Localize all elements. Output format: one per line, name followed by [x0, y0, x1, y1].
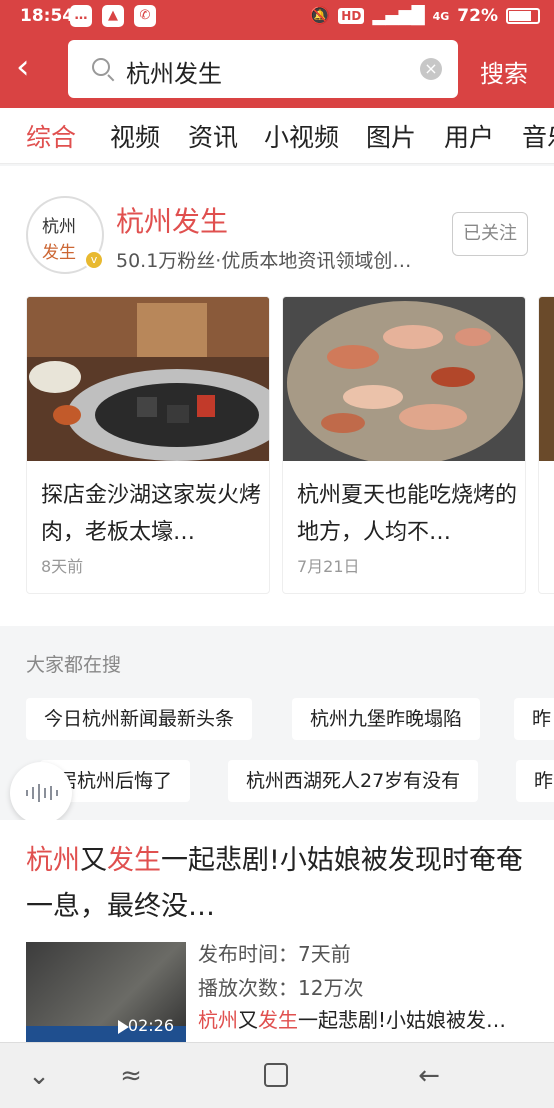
tab-users[interactable]: 用户 — [444, 118, 494, 154]
message-icon: … — [70, 5, 92, 27]
clear-icon[interactable]: × — [420, 58, 442, 80]
search-query[interactable]: 杭州发生 — [126, 54, 222, 89]
account-name[interactable]: 杭州发生 — [116, 200, 228, 240]
tab-video[interactable]: 视频 — [110, 118, 160, 154]
battery-percent: 72% — [457, 6, 498, 26]
account-card: 杭州 发生 v 杭州发生 50.1万粉丝·优质本地资讯领域创… 已关注 探店金沙… — [0, 166, 554, 626]
tab-music[interactable]: 音乐 — [522, 118, 554, 154]
search-field[interactable]: 杭州发生 × — [68, 40, 458, 98]
post-thumbnail-bbq-grill — [27, 297, 269, 461]
post-thumbnail — [539, 297, 554, 461]
gallery-icon: ▲ — [102, 5, 124, 27]
status-bar: 18:54 … ▲ ✆ 🔕 HD ▂▄▆█ 4G 72% — [0, 0, 554, 34]
recents-icon[interactable]: ≈ — [116, 1061, 146, 1091]
home-icon[interactable] — [264, 1063, 288, 1087]
post-title: 探店金沙湖这家炭火烤肉，老板太壕… — [41, 483, 262, 545]
status-time: 18:54 — [20, 6, 75, 26]
voice-search-button[interactable] — [10, 762, 72, 824]
snippet-keyword: 发生 — [258, 1008, 298, 1032]
back-icon[interactable]: ← — [414, 1061, 444, 1091]
phone-icon: ✆ — [134, 5, 156, 27]
voice-waveform-icon — [26, 784, 58, 802]
post-date: 8天前 — [41, 557, 84, 576]
snippet-text: 又 — [238, 1008, 258, 1032]
snippet-text: 一起悲剧!小姑娘被发… — [298, 1008, 507, 1032]
battery-icon — [506, 8, 540, 24]
play-count: 播放次数：12万次 — [198, 976, 364, 1000]
tab-short-video[interactable]: 小视频 — [264, 118, 339, 154]
network-type: 4G — [432, 9, 450, 23]
trending-chip[interactable]: 杭州九堡昨晚塌陷 — [292, 698, 481, 740]
back-chevron-icon[interactable]: ‹ — [16, 50, 50, 86]
article-snippet: 杭州又发生一起悲剧!小姑娘被发… — [198, 1004, 538, 1033]
article-headline[interactable]: 杭州又发生一起悲剧!小姑娘被发现时奄奄一息，最终没… — [26, 838, 536, 930]
account-meta: 50.1万粉丝·优质本地资讯领域创… — [116, 250, 412, 272]
headline-keyword: 杭州 — [26, 845, 80, 876]
publish-time: 发布时间：7天前 — [198, 942, 351, 966]
signal-icon: ▂▄▆█ — [372, 6, 425, 26]
post-card-partial[interactable] — [538, 296, 554, 594]
mute-bell-icon: 🔕 — [309, 6, 331, 26]
status-right: 🔕 HD ▂▄▆█ 4G 72% — [309, 6, 540, 26]
post-thumbnail-grilled-meat — [283, 297, 525, 465]
post-title: 杭州夏天也能吃烧烤的地方，人均不… — [297, 483, 518, 545]
search-button[interactable]: 搜索 — [480, 54, 528, 89]
post-card[interactable]: 探店金沙湖这家炭火烤肉，老板太壕… 8天前 — [26, 296, 270, 594]
hd-badge: HD — [338, 8, 365, 24]
trending-chip[interactable]: 昨 — [516, 760, 554, 802]
category-tabs: 综合 视频 资讯 小视频 图片 用户 音乐 — [0, 108, 554, 164]
article-result[interactable]: 杭州又发生一起悲剧!小姑娘被发现时奄奄一息，最终没… 02:26 发布时间：7天… — [0, 820, 554, 1042]
headline-keyword: 发生 — [107, 845, 161, 876]
logo-text-top: 杭州 — [42, 217, 76, 237]
video-duration: 02:26 — [127, 1016, 174, 1035]
trending-chip[interactable]: 今日杭州新闻最新头条 — [26, 698, 253, 740]
post-card[interactable]: 杭州夏天也能吃烧烤的地方，人均不… 7月21日 — [282, 296, 526, 594]
following-button[interactable]: 已关注 — [452, 212, 528, 256]
headline-text: 又 — [80, 845, 107, 876]
tab-images[interactable]: 图片 — [366, 118, 416, 154]
post-date: 7月21日 — [297, 557, 360, 576]
search-icon — [92, 58, 110, 76]
logo-text-bottom: 发生 — [42, 243, 76, 263]
video-thumbnail[interactable]: 02:26 — [26, 942, 186, 1042]
tab-news[interactable]: 资讯 — [188, 118, 238, 154]
verified-icon: v — [84, 250, 104, 270]
trending-chip[interactable]: 昨 — [514, 698, 554, 740]
trending-chip[interactable]: 杭州西湖死人27岁有没有 — [228, 760, 479, 802]
system-nav-bar: ⌄ ≈ ← — [0, 1042, 554, 1108]
chevron-down-icon[interactable]: ⌄ — [24, 1061, 54, 1091]
snippet-keyword: 杭州 — [198, 1008, 238, 1032]
tab-all[interactable]: 综合 — [26, 118, 76, 154]
trending-searches: 大家都在搜 今日杭州新闻最新头条 杭州九堡昨晚塌陷 昨 居杭州后悔了 杭州西湖死… — [0, 630, 554, 820]
header: 18:54 … ▲ ✆ 🔕 HD ▂▄▆█ 4G 72% ‹ 杭州发生 × 搜索 — [0, 0, 554, 108]
trending-heading: 大家都在搜 — [26, 654, 122, 676]
